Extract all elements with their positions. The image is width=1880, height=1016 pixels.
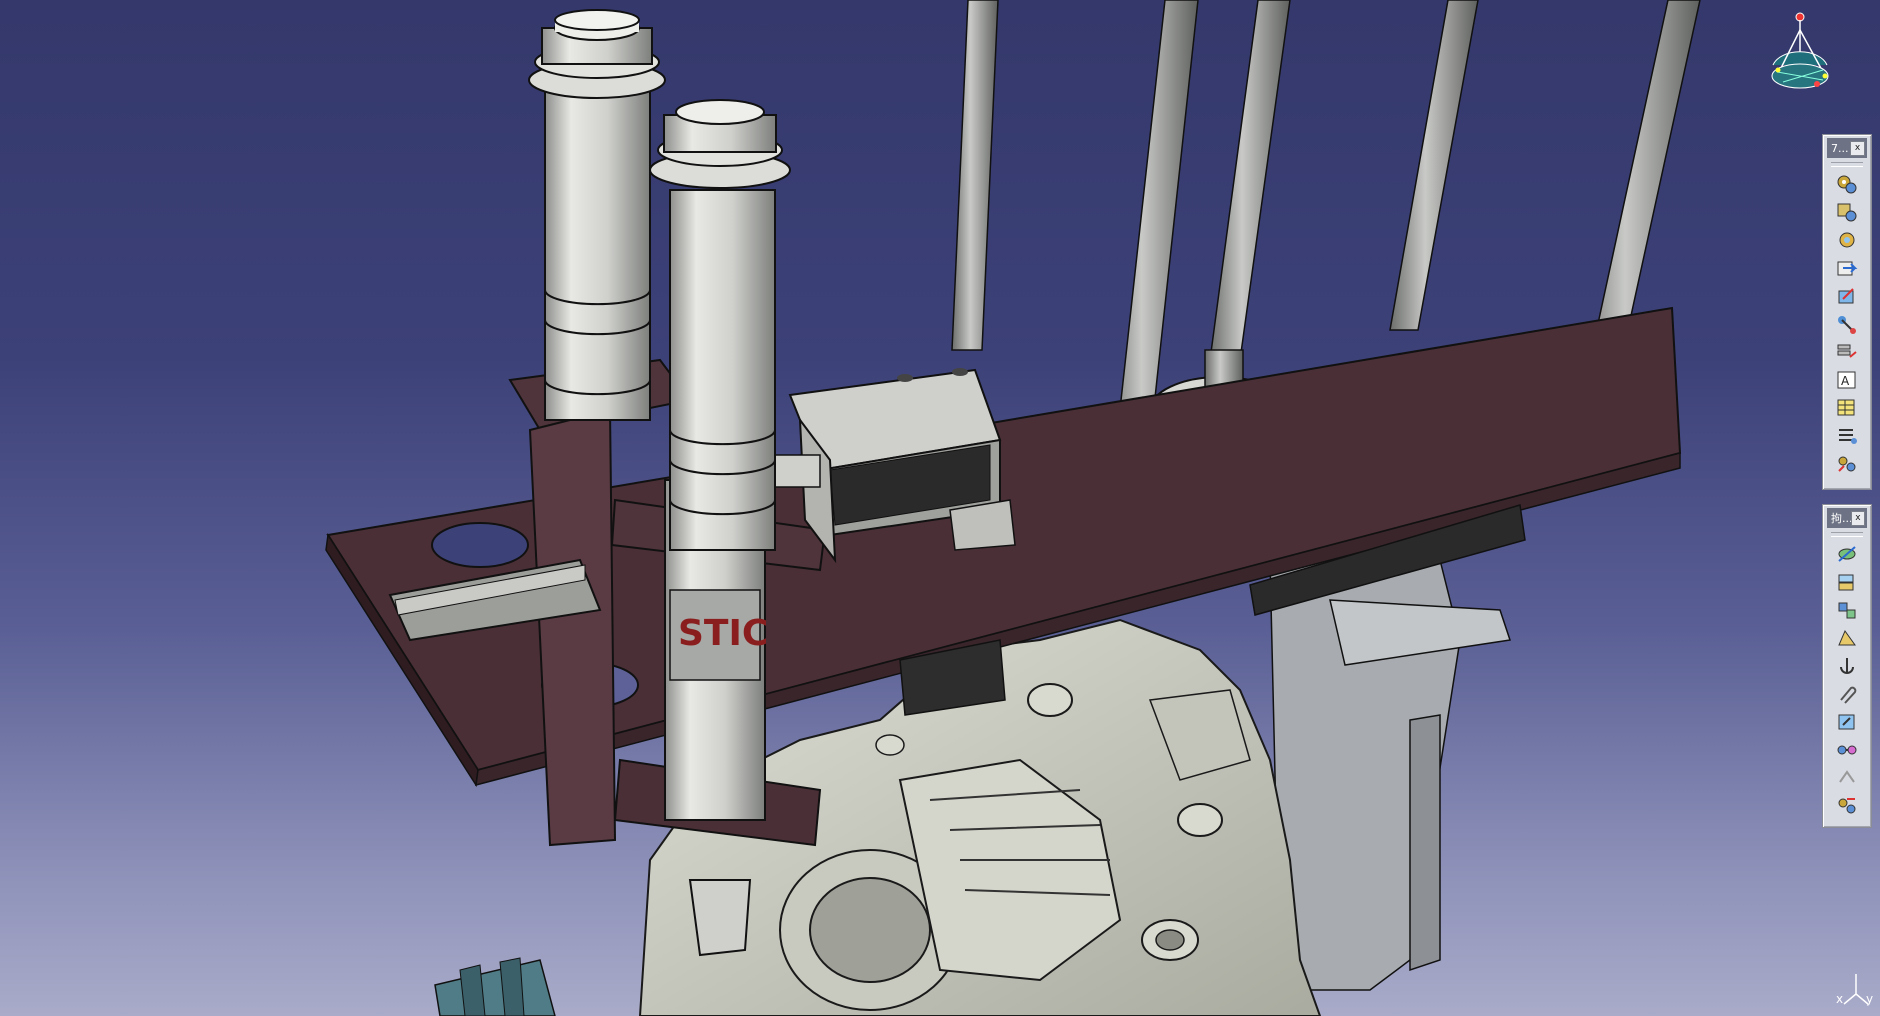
text-box-icon[interactable]: A (1832, 367, 1862, 392)
fix-together-icon[interactable] (1832, 681, 1862, 706)
move-arrow-icon[interactable] (1832, 255, 1862, 280)
reuse-pattern-icon[interactable] (1832, 793, 1862, 818)
table-sheet-icon[interactable] (1832, 395, 1862, 420)
coincidence-constraint-icon[interactable] (1832, 541, 1862, 566)
close-icon[interactable]: x (1850, 140, 1865, 156)
toolbar-title-bar[interactable]: 7... x (1827, 138, 1867, 158)
connector-part (434, 957, 556, 1016)
support-block (1269, 559, 1511, 991)
contact-constraint-icon[interactable] (1832, 569, 1862, 594)
flexible-link-icon[interactable] (1832, 737, 1862, 762)
gear-settings-icon[interactable] (1832, 227, 1862, 252)
change-constraint-icon[interactable] (1832, 765, 1862, 790)
assembly-toolbar: 7... x A (1822, 134, 1872, 490)
toolbar-grip[interactable] (1831, 162, 1863, 167)
quick-constraint-icon[interactable] (1832, 709, 1862, 734)
decal-text: STIC (678, 613, 768, 654)
3d-viewport[interactable]: STIC 7... x A 拘... x x y (0, 0, 1880, 1016)
offset-constraint-icon[interactable] (1832, 597, 1862, 622)
tool-spindle-left (528, 9, 666, 421)
constraints-toolbar: 拘... x (1822, 504, 1872, 828)
angle-constraint-icon[interactable] (1832, 625, 1862, 650)
close-icon[interactable]: x (1850, 510, 1865, 526)
stack-arrow-icon[interactable] (1832, 339, 1862, 364)
fix-pin-icon[interactable] (1832, 311, 1862, 336)
toolbar-grip[interactable] (1831, 532, 1863, 537)
axis-triad: x y (1836, 972, 1876, 1010)
compass-icon[interactable] (1765, 10, 1835, 94)
assembly-gears-icon[interactable] (1832, 171, 1862, 196)
fix-anchor-icon[interactable] (1832, 653, 1862, 678)
svg-text:A: A (1841, 374, 1850, 388)
axis-y-label: y (1866, 992, 1874, 1006)
component-gears-icon[interactable] (1832, 199, 1862, 224)
toolbar-title: 拘... (1831, 512, 1851, 525)
explode-gears-icon[interactable] (1832, 451, 1862, 476)
snap-arrow-icon[interactable] (1832, 283, 1862, 308)
toolbar-title-bar[interactable]: 拘... x (1827, 508, 1867, 528)
assembly-model: STIC (325, 0, 1701, 1016)
reorder-list-icon[interactable] (1832, 423, 1862, 448)
axis-x-label: x (1836, 992, 1844, 1006)
toolbar-title: 7... (1831, 141, 1849, 155)
